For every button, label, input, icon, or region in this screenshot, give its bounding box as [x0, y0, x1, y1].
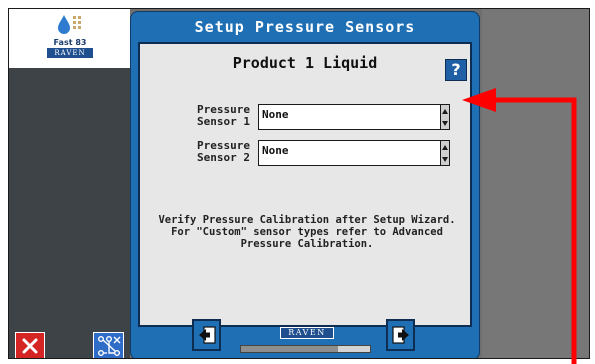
callout-arrow — [462, 88, 577, 364]
